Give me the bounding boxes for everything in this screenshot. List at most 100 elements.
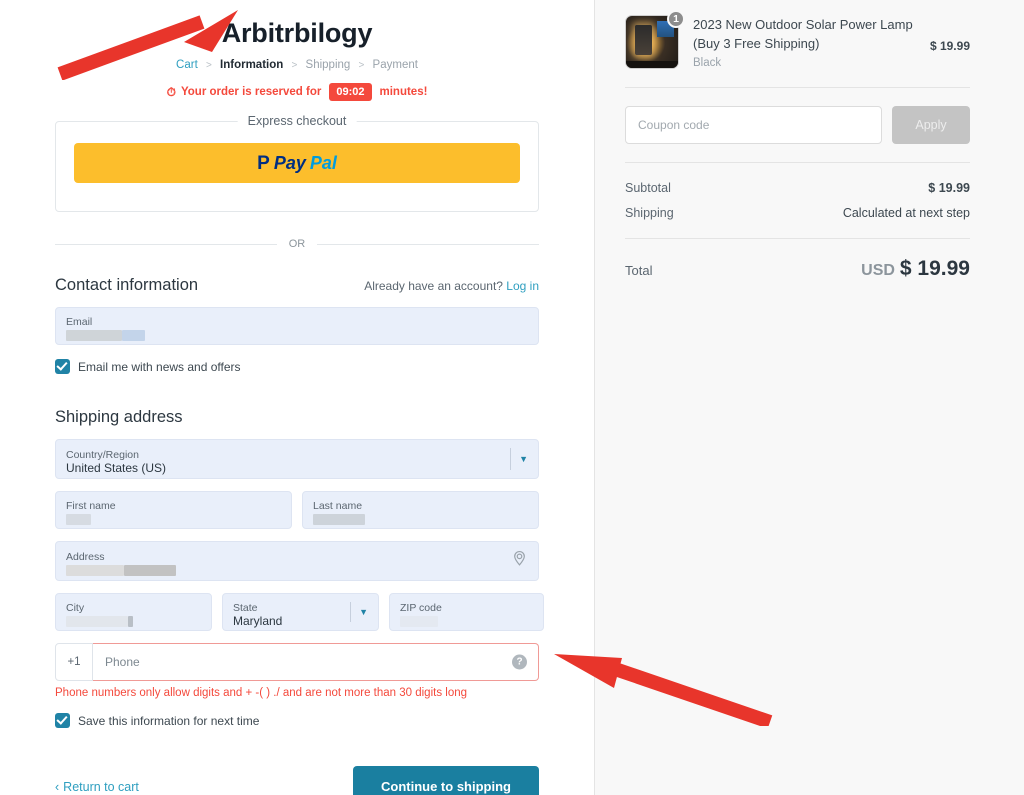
location-pin-icon[interactable]	[511, 550, 528, 572]
country-select[interactable]: Country/Region United States (US) ▼	[55, 439, 539, 479]
or-label: OR	[288, 238, 306, 250]
return-to-cart-label: Return to cart	[63, 779, 139, 794]
zip-label: ZIP code	[400, 602, 442, 614]
grand-total-label: Total	[625, 263, 653, 278]
shipping-cost-value: Calculated at next step	[842, 206, 970, 220]
address-value	[66, 563, 528, 576]
subtotal-row: Subtotal $ 19.99	[625, 181, 970, 195]
summary-divider	[625, 162, 970, 163]
paypal-pay-text: Pay	[273, 152, 306, 173]
paypal-logo: P Pay Pal	[257, 153, 337, 174]
contact-section-header: Contact information Already have an acco…	[55, 276, 539, 295]
breadcrumb-information[interactable]: Information	[220, 59, 283, 71]
store-title: Arbitrbilogy	[221, 18, 373, 48]
question-mark-icon[interactable]: ?	[512, 654, 527, 670]
reservation-prefix: Your order is reserved for	[180, 86, 322, 98]
reservation-suffix: minutes!	[379, 86, 428, 98]
form-actions: ‹ Return to cart Continue to shipping	[55, 766, 539, 795]
breadcrumb-separator: >	[291, 60, 298, 71]
express-checkout-box: Express checkout P Pay Pal	[55, 114, 539, 212]
zip-value	[400, 614, 533, 627]
country-select-divider	[510, 448, 511, 470]
address-field[interactable]: Address	[55, 541, 539, 581]
return-to-cart-link[interactable]: ‹ Return to cart	[55, 780, 139, 794]
chevron-left-icon: ‹	[55, 779, 60, 794]
or-divider: OR	[55, 238, 539, 250]
coupon-input[interactable]: Coupon code	[625, 106, 882, 144]
login-link[interactable]: Log in	[506, 279, 539, 293]
continue-to-shipping-button[interactable]: Continue to shipping	[353, 766, 539, 795]
email-field-label: Email	[66, 316, 93, 328]
reservation-timer: 09:02	[329, 83, 372, 101]
apply-coupon-button[interactable]: Apply	[892, 106, 970, 144]
breadcrumb-shipping[interactable]: Shipping	[306, 59, 351, 71]
shipping-section-title: Shipping address	[55, 408, 183, 426]
state-select[interactable]: State Maryland ▼	[222, 593, 379, 631]
email-field-value	[66, 328, 528, 341]
first-name-label: First name	[66, 500, 116, 512]
breadcrumb-separator: >	[358, 60, 365, 71]
shipping-cost-label: Shipping	[625, 206, 674, 220]
chevron-down-icon[interactable]: ▼	[359, 607, 368, 617]
save-info-checkbox[interactable]	[55, 713, 70, 728]
product-variant: Black	[693, 57, 722, 69]
grand-total-amount: USD $ 19.99	[861, 257, 970, 281]
contact-section-title: Contact information	[55, 276, 199, 294]
state-label: State	[233, 601, 258, 614]
subtotal-value: $ 19.99	[928, 181, 970, 195]
grand-total-row: Total USD $ 19.99	[625, 257, 970, 281]
city-value	[66, 614, 201, 627]
paypal-button[interactable]: P Pay Pal	[74, 143, 520, 183]
breadcrumb-cart[interactable]: Cart	[176, 59, 198, 71]
email-field[interactable]: Email	[55, 307, 539, 345]
summary-divider	[625, 87, 970, 88]
phone-country-prefix[interactable]: +1	[55, 643, 93, 681]
paypal-pal-text: Pal	[309, 152, 337, 173]
country-label: Country/Region	[66, 448, 139, 461]
first-name-field[interactable]: First name	[55, 491, 292, 529]
city-field[interactable]: City	[55, 593, 212, 631]
country-value: United States (US)	[66, 460, 167, 475]
newsletter-checkbox[interactable]	[55, 359, 70, 374]
order-line-item: 1 2023 New Outdoor Solar Power Lamp (Buy…	[625, 10, 970, 69]
phone-field[interactable]: +1 Phone ?	[55, 643, 539, 681]
stopwatch-icon: ⏱	[166, 85, 176, 99]
chevron-down-icon[interactable]: ▼	[519, 454, 528, 464]
grand-total-value: $ 19.99	[899, 257, 970, 280]
account-prompt: Already have an account? Log in	[364, 279, 539, 293]
last-name-field[interactable]: Last name	[302, 491, 539, 529]
address-label: Address	[66, 551, 105, 563]
order-reservation-banner: ⏱ Your order is reserved for 09:02 minut…	[55, 83, 539, 101]
summary-divider	[625, 238, 970, 239]
breadcrumb: Cart > Information > Shipping > Payment	[55, 59, 539, 71]
quantity-badge: 1	[667, 10, 685, 28]
phone-error-message: Phone numbers only allow digits and + -(…	[55, 687, 468, 699]
phone-input[interactable]: Phone ?	[93, 643, 539, 681]
save-info-checkbox-row[interactable]: Save this information for next time	[55, 713, 539, 728]
account-prompt-text: Already have an account?	[364, 279, 503, 293]
order-summary-column: 1 2023 New Outdoor Solar Power Lamp (Buy…	[595, 0, 1024, 795]
grand-total-currency: USD	[861, 262, 895, 279]
last-name-label: Last name	[313, 500, 363, 512]
newsletter-checkbox-row[interactable]: Email me with news and offers	[55, 359, 539, 374]
city-label: City	[66, 602, 85, 614]
checkout-form-column: Arbitrbilogy Cart > Information > Shippi…	[0, 0, 595, 795]
breadcrumb-separator: >	[205, 60, 212, 71]
newsletter-label: Email me with news and offers	[78, 359, 241, 374]
shipping-section-header: Shipping address	[55, 408, 539, 427]
last-name-value	[313, 512, 528, 525]
first-name-value	[66, 512, 281, 525]
breadcrumb-payment[interactable]: Payment	[373, 59, 418, 71]
express-checkout-legend: Express checkout	[237, 114, 357, 128]
coupon-row: Coupon code Apply	[625, 106, 970, 144]
state-value: Maryland	[233, 613, 283, 628]
save-info-label: Save this information for next time	[78, 713, 260, 728]
product-info: 2023 New Outdoor Solar Power Lamp (Buy 3…	[693, 15, 916, 69]
city-state-zip-row: City State Maryland ▼ ZIP code	[55, 581, 544, 631]
product-price: $ 19.99	[929, 39, 970, 53]
subtotal-label: Subtotal	[625, 181, 671, 195]
paypal-mark-icon: P	[257, 152, 270, 174]
checkout-page: Arbitrbilogy Cart > Information > Shippi…	[0, 0, 1024, 795]
phone-placeholder: Phone	[105, 655, 140, 669]
zip-field[interactable]: ZIP code	[389, 593, 544, 631]
